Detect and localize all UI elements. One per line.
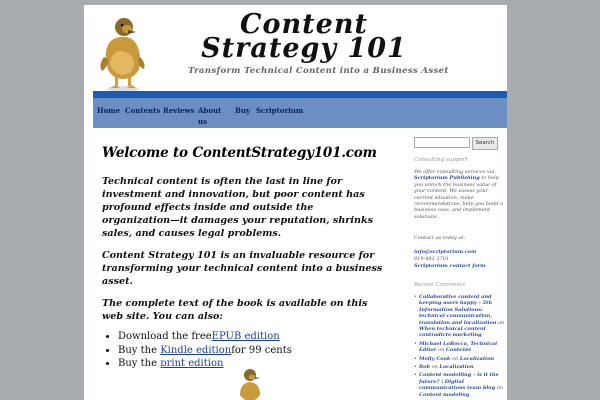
comment-on-text: on — [431, 364, 438, 371]
comment-post-link[interactable]: Localization — [460, 356, 494, 362]
page: Content Strategy 101 Transform Technical… — [84, 5, 507, 400]
edition-text: Download the free — [118, 331, 212, 342]
epub-edition-link[interactable]: EPUB edition — [212, 331, 280, 342]
nav-item-scriptorium[interactable]: Scriptorium — [256, 105, 303, 117]
list-item: Rob on Localization — [414, 364, 506, 371]
site-header: Content Strategy 101 Transform Technical… — [84, 5, 507, 92]
contact-email-link[interactable]: info@scriptorium.com — [414, 249, 504, 255]
comment-post-link[interactable]: Content modeling — [419, 392, 469, 398]
comment-post-link[interactable]: When technical content contradicts marke… — [419, 326, 486, 338]
nav-item-contents[interactable]: Contents — [125, 105, 160, 117]
contact-phone: 919-481-2701 — [414, 256, 450, 262]
duckling-logo — [100, 18, 145, 92]
scriptorium-publishing-link[interactable]: Scriptorium Publishing — [414, 175, 480, 181]
search-input[interactable] — [414, 137, 470, 148]
kindle-edition-link[interactable]: Kindle edition — [160, 345, 231, 356]
comment-post-link[interactable]: Localization — [439, 364, 473, 370]
list-item: Buy the Kindle editionfor 99 cents — [118, 344, 384, 358]
recent-comments-list: Collaborative content and keeping users … — [414, 294, 506, 400]
edition-text: for 99 cents — [231, 344, 292, 356]
consulting-text-start: We offer consulting services via — [414, 169, 495, 175]
main-navigation: Home Contents Reviews About us Buy Scrip… — [93, 91, 507, 128]
comment-on-text: on — [438, 347, 445, 354]
search-button[interactable]: Search — [472, 137, 498, 150]
nav-item-home[interactable]: Home — [97, 105, 120, 117]
edition-text: Buy the — [118, 358, 161, 369]
list-item: Molly Cook on Localization — [414, 355, 506, 363]
consulting-text: We offer consulting services via Scripto… — [414, 169, 504, 220]
duckling-image — [240, 369, 260, 400]
list-item: Content modelling – is it the future? | … — [414, 372, 506, 398]
consulting-heading: Consulting support — [414, 157, 468, 163]
comment-author-link[interactable]: Collaborative content and keeping users … — [419, 294, 496, 326]
list-item: Collaborative content and keeping users … — [414, 294, 506, 339]
resource-paragraph: Content Strategy 101 is an invaluable re… — [102, 250, 383, 287]
list-item: Download the freeEPUB edition — [118, 330, 384, 344]
nav-item-buy[interactable]: Buy — [235, 105, 250, 117]
editions-list: Download the freeEPUB edition Buy the Ki… — [102, 330, 384, 371]
nav-item-reviews[interactable]: Reviews — [163, 105, 194, 117]
print-edition-link[interactable]: print edition — [160, 358, 223, 369]
recent-comments-heading: Recent Comments — [414, 282, 466, 288]
consulting-text-end: to help you unlock the business value of… — [414, 175, 504, 220]
comment-author-link[interactable]: Molly Cook — [419, 356, 450, 362]
comment-on-text: on — [497, 319, 505, 326]
comment-on-text: on — [496, 385, 503, 392]
comment-post-link[interactable]: Contents — [446, 347, 471, 353]
site-title[interactable]: Content Strategy 101 — [184, 11, 424, 62]
comment-author-link[interactable]: Rob — [419, 364, 430, 370]
main-content: Welcome to ContentStrategy101.com Techni… — [102, 145, 384, 371]
comment-author-link[interactable]: Content modelling – is it the future? | … — [419, 372, 499, 391]
edition-text: Buy the — [118, 344, 161, 356]
post-title: Welcome to ContentStrategy101.com — [102, 145, 377, 161]
availability-paragraph: The complete text of the book is availab… — [102, 298, 368, 322]
site-tagline: Transform Technical Content into a Busin… — [188, 66, 449, 76]
nav-item-about-us[interactable]: About us — [198, 105, 222, 127]
comment-on-text: on — [452, 355, 459, 362]
list-item: Michael LoRocca, Technical Editor on Con… — [414, 341, 506, 354]
contact-form-link[interactable]: Scriptorium contact form — [414, 263, 504, 269]
contact-line: Contact us today at: — [414, 235, 466, 241]
intro-paragraph: Technical content is often the last in l… — [102, 176, 374, 239]
